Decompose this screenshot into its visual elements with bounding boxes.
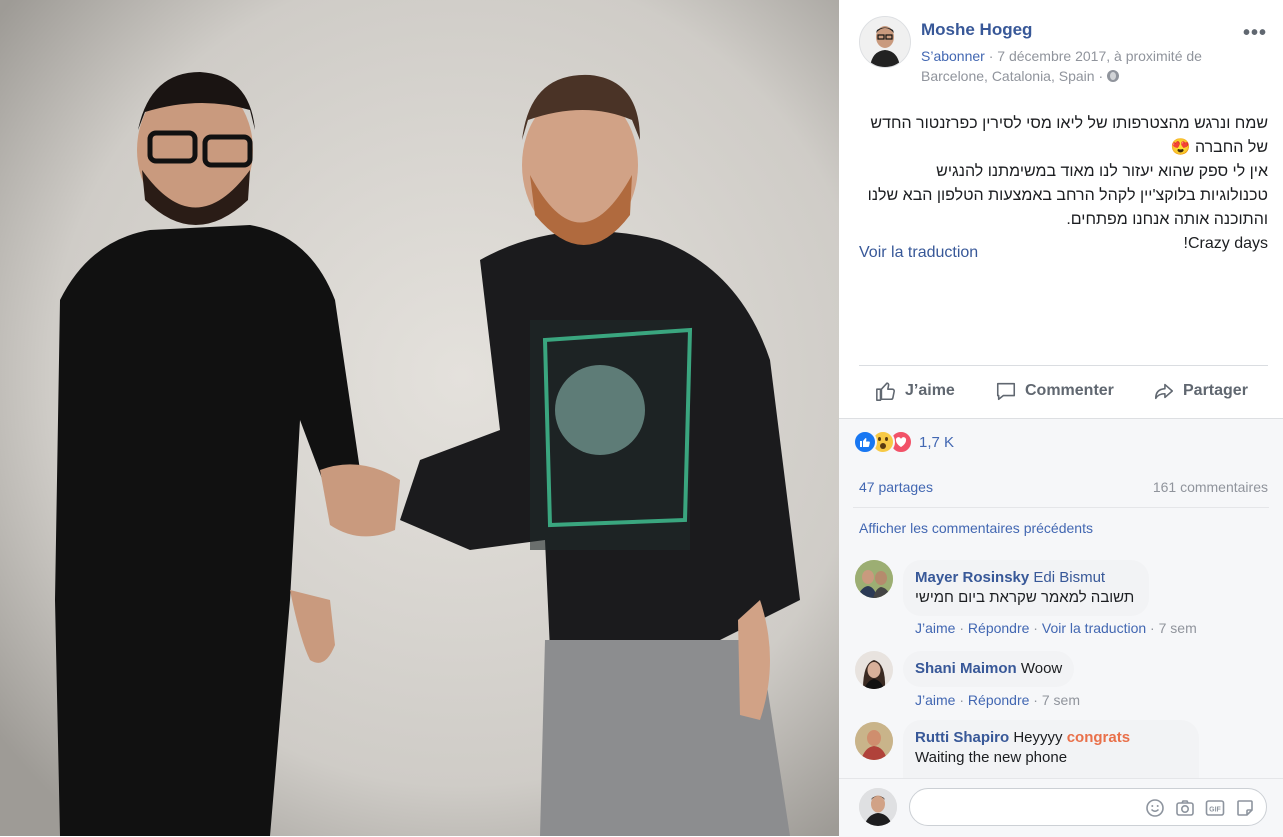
like-reaction-icon xyxy=(853,430,877,454)
divider xyxy=(853,507,1269,508)
author-avatar[interactable] xyxy=(859,16,911,68)
commenter-avatar[interactable] xyxy=(855,722,893,760)
comment-clip-region: Rutti Shapiro Heyyyy congrats Waiting th… xyxy=(903,720,1203,778)
comments-count[interactable]: 161 commentaires xyxy=(1145,479,1268,495)
comment-bubble: Shani Maimon Woow xyxy=(903,651,1075,687)
comment-like-link[interactable]: J’aime xyxy=(915,692,955,708)
post-side-panel: Moshe Hogeg ••• S’abonner · 7 décembre 2… xyxy=(839,0,1283,837)
post-text-line: של החברה 😍 xyxy=(1170,139,1268,156)
comment-reply-link[interactable]: Répondre xyxy=(968,620,1030,636)
like-button[interactable]: J’aime xyxy=(875,378,955,404)
current-user-avatar xyxy=(859,788,897,826)
more-options-icon[interactable]: ••• xyxy=(1243,22,1267,45)
post-text-line: טכנולוגיות בלוקצ'יין לקהל הרחב באמצעות ה… xyxy=(867,187,1268,204)
shares-count[interactable]: 47 partages xyxy=(859,479,933,495)
sticker-icon[interactable] xyxy=(1235,798,1255,818)
comment-author[interactable]: Shani Maimon xyxy=(915,660,1017,677)
photo-illustration xyxy=(0,0,839,836)
see-translation-link[interactable]: Voir la traduction xyxy=(859,244,978,262)
comment-text: תשובה למאמר שקראת ביום חמישי xyxy=(915,589,1135,606)
comment-highlight: congrats xyxy=(1066,729,1131,746)
share-label: Partager xyxy=(1183,382,1248,399)
author-name[interactable]: Moshe Hogeg xyxy=(921,20,1032,40)
comment-actions: J’aime · Répondre · 7 sem xyxy=(915,692,1080,708)
reactions-count: 1,7 K xyxy=(919,433,955,451)
comment-reply-link[interactable]: Répondre xyxy=(968,692,1030,708)
comment-mention[interactable]: Edi Bismut xyxy=(1033,569,1105,586)
svg-text:GIF: GIF xyxy=(1209,807,1221,814)
gif-icon[interactable]: GIF xyxy=(1205,798,1225,818)
reactions-summary[interactable]: 1,7 K xyxy=(853,430,954,454)
post-text: שמח ונרגש מהצטרפותו של ליאו מסי לסירין כ… xyxy=(859,112,1268,256)
comment-outline-icon xyxy=(996,382,1016,401)
comment-time[interactable]: 7 sem xyxy=(1042,692,1080,708)
comment-text: Heyyyy xyxy=(1013,729,1063,746)
globe-icon xyxy=(1107,70,1119,82)
post-text-line: והתוכנה אותה אנחנו מפתחים. xyxy=(1066,211,1268,228)
composer-icons: GIF xyxy=(1145,797,1255,819)
comment-text: Woow xyxy=(1020,660,1063,677)
comment-actions: J’aime · Répondre · Voir la traduction ·… xyxy=(915,620,1197,636)
post-text-line: אין לי ספק שהוא יעזור לנו מאוד במשימתנו … xyxy=(936,163,1268,180)
camera-icon[interactable] xyxy=(1175,798,1195,818)
comment-translate-link[interactable]: Voir la traduction xyxy=(1042,620,1146,636)
emoji-icon[interactable] xyxy=(1145,798,1165,818)
comment-text-line: Waiting the new phone xyxy=(915,749,1068,766)
share-outline-icon xyxy=(1154,383,1174,400)
like-label: J’aime xyxy=(905,382,955,399)
comment-time[interactable]: 7 sem xyxy=(1159,620,1197,636)
comment-button[interactable]: Commenter xyxy=(995,378,1114,404)
subscribe-link[interactable]: S’abonner xyxy=(921,48,985,64)
post-date-location: · 7 décembre 2017, à proximité de xyxy=(988,48,1202,64)
commenter-avatar[interactable] xyxy=(855,651,893,689)
divider xyxy=(859,365,1268,366)
comment-like-link[interactable]: J’aime xyxy=(915,620,955,636)
commenter-avatar[interactable] xyxy=(855,560,893,598)
comment-label: Commenter xyxy=(1025,382,1114,399)
post-photo[interactable] xyxy=(0,0,839,836)
author-avatar-image xyxy=(860,17,910,67)
comment-bubble: Mayer Rosinsky Edi Bismut תשובה למאמר שק… xyxy=(903,560,1149,616)
post-location: Barcelone, Catalonia, Spain · xyxy=(921,68,1104,84)
comment-bubble: Rutti Shapiro Heyyyy congrats Waiting th… xyxy=(903,720,1199,778)
like-outline-icon xyxy=(876,382,895,401)
comment-author[interactable]: Rutti Shapiro xyxy=(915,729,1009,746)
share-button[interactable]: Partager xyxy=(1153,378,1248,404)
comment-author[interactable]: Mayer Rosinsky xyxy=(915,569,1029,586)
show-previous-comments-link[interactable]: Afficher les commentaires précédents xyxy=(859,520,1093,536)
post-text-line: שמח ונרגש מהצטרפותו של ליאו מסי לסירין כ… xyxy=(870,115,1268,132)
post-meta: S’abonner · 7 décembre 2017, à proximité… xyxy=(921,46,1251,86)
